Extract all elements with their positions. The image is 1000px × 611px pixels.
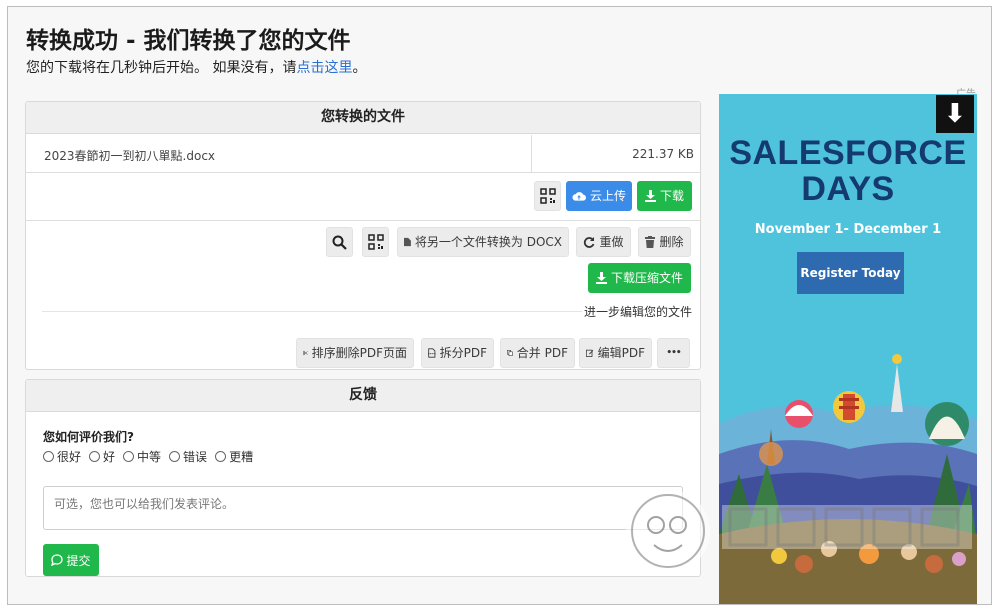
rating-option-average[interactable]: 中等 [123,448,161,465]
split-pdf-button[interactable]: 拆分PDF [421,338,494,368]
subtitle-suffix: 。 [352,60,367,76]
converted-files-panel: 您转换的文件 2023春節初一到初八單點.docx 221.37 KB 云上传 … [25,101,701,370]
rating-option-worse[interactable]: 更糟 [215,448,253,465]
merge-pdf-button[interactable]: 合并 PDF [500,338,575,368]
rating-option-label: 很好 [57,450,82,464]
redo-label: 重做 [599,235,624,249]
delete-label: 删除 [659,235,684,249]
edit-further-label: 进一步编辑您的文件 [583,305,692,319]
file-row: 2023春節初一到初八單點.docx 221.37 KB [26,135,700,173]
page-frame: 转换成功 - 我们转换了您的文件 您的下载将在几秒钟后开始。 如果没有，请点击这… [7,6,992,605]
sort-delete-pdf-label: 排序删除PDF页面 [311,346,407,360]
cloud-upload-button[interactable]: 云上传 [566,181,632,211]
page-subtitle: 您的下载将在几秒钟后开始。 如果没有，请点击这里。 [26,57,366,77]
rating-option-good[interactable]: 好 [89,448,115,465]
file-name: 2023春節初一到初八單點.docx [44,149,216,163]
edit-icon [586,349,594,357]
convert-another-button[interactable]: 将另一个文件转换为 DOCX [397,227,569,257]
feedback-heading: 反馈 [26,380,700,412]
edit-pdf-label: 编辑PDF [597,346,645,360]
search-button[interactable] [326,227,353,257]
page-title: 转换成功 - 我们转换了您的文件 [26,28,351,54]
row-separator [26,220,700,221]
download-zip-button[interactable]: 下载压缩文件 [588,263,691,293]
trash-icon [645,236,656,248]
qr-code-icon [539,188,556,204]
search-icon [332,235,347,250]
radio-button[interactable] [43,451,54,462]
delete-button[interactable]: 删除 [638,227,691,257]
radio-button[interactable] [89,451,101,462]
download-button[interactable]: 下载 [637,181,692,211]
scissors-icon [303,350,308,356]
download-icon [644,190,656,202]
download-zip-label: 下载压缩文件 [610,271,683,285]
ad-download-arrow-icon[interactable]: ⬇ [936,95,974,133]
qr-code-button[interactable] [534,181,561,211]
sort-delete-pdf-button[interactable]: 排序删除PDF页面 [296,338,414,368]
more-options-icon: ••• [666,348,681,358]
redo-icon [584,237,595,248]
ad-banner[interactable]: ⬇ SALESFORCE DAYS November 1- December 1… [719,94,977,604]
comment-textarea[interactable]: 可选，您也可以给我们发表评论。 [43,486,683,530]
download-label: 下载 [659,189,684,203]
ad-date: November 1- December 1 [754,222,942,237]
copy-icon [507,350,513,356]
redo-button[interactable]: 重做 [576,227,631,257]
ad-title-line1: SALESFORCE [729,134,967,172]
rating-question: 您如何评价我们? [43,430,134,444]
rating-option-label: 好 [103,450,116,464]
rating-option-bad[interactable]: 错误 [169,448,207,465]
merge-pdf-label: 合并 PDF [516,346,568,360]
split-pdf-label: 拆分PDF [439,346,487,360]
rating-option-label: 更糟 [229,450,254,464]
split-file-icon [428,348,436,358]
submit-button[interactable]: 提交 [43,544,99,576]
rating-option-label: 中等 [137,450,162,464]
qr-code-icon [367,234,384,250]
radio-button[interactable] [215,451,227,462]
rating-option-very-good[interactable]: 很好 [43,448,81,465]
subtitle-text: 您的下载将在几秒钟后开始。 如果没有，请 [26,60,297,76]
rating-options: 很好 好 中等 错误 更糟 [43,448,253,465]
radio-button[interactable] [169,451,181,462]
edit-divider [42,311,582,312]
more-options-button[interactable]: ••• [657,338,690,368]
rating-option-label: 错误 [183,450,208,464]
ad-register-button[interactable]: Register Today [797,252,904,294]
click-here-link[interactable]: 点击这里 [296,60,352,76]
file-size: 221.37 KB [632,147,694,161]
ad-title-line2: DAYS [801,170,895,208]
file-icon [404,237,411,247]
radio-button[interactable] [123,451,135,462]
cloud-upload-label: 云上传 [589,189,626,203]
edit-pdf-button[interactable]: 编辑PDF [579,338,652,368]
comment-icon [51,554,64,566]
download-icon [595,272,607,284]
submit-label: 提交 [66,553,91,568]
qr-code-button-2[interactable] [362,227,389,257]
file-row-divider [531,135,532,173]
feedback-panel: 反馈 您如何评价我们? 很好 好 中等 错误 更糟 可选，您也可以给我们发表评论… [25,379,701,577]
converted-files-heading: 您转换的文件 [26,102,700,134]
cloud-upload-icon [572,192,586,201]
convert-another-label: 将另一个文件转换为 DOCX [414,235,562,249]
